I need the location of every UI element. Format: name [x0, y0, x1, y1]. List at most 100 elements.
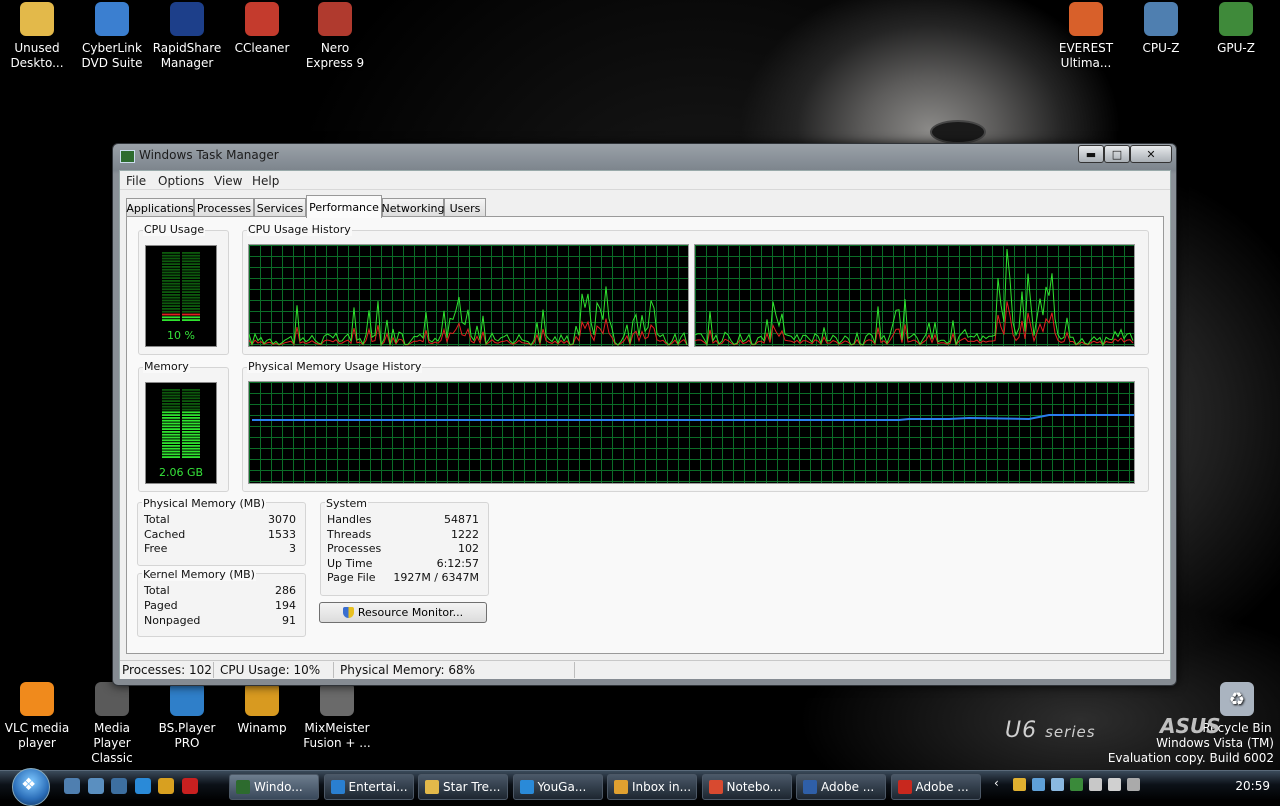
meter-segment — [162, 453, 180, 456]
taskbar-button[interactable]: Star Tre... — [418, 774, 508, 800]
info-key: Nonpaged — [144, 614, 201, 627]
meter-segment — [162, 296, 180, 299]
meter-segment — [162, 305, 180, 307]
menu-view[interactable]: View — [214, 174, 242, 188]
tab-services[interactable]: Services — [254, 198, 306, 217]
tab-users[interactable]: Users — [444, 198, 486, 217]
taskbar-button-label: Windo... — [254, 780, 303, 794]
maximize-button[interactable]: □ — [1104, 145, 1130, 163]
taskbar-button[interactable]: Notebo... — [701, 774, 792, 800]
volume-icon[interactable] — [1051, 778, 1064, 791]
taskbar-button-label: YouGa... — [537, 780, 587, 794]
opera-icon[interactable] — [182, 778, 198, 794]
desktop-icon-ccleaner[interactable]: CCleaner — [225, 0, 299, 56]
kernel-time-line — [695, 301, 1134, 346]
uac-shield-icon — [342, 607, 354, 618]
info-key: Free — [144, 542, 168, 556]
taskbar-button-label: Star Tre... — [443, 780, 501, 794]
memory-history-graph — [248, 381, 1135, 484]
show-desktop-icon[interactable] — [64, 778, 80, 794]
windows-logo-icon: ❖ — [21, 775, 37, 795]
folder-icon — [20, 2, 54, 36]
internet-explorer-icon[interactable] — [135, 778, 151, 794]
tab-applications[interactable]: Applications — [126, 198, 194, 217]
desktop-icon-mixmeister[interactable]: MixMeister Fusion + ... — [300, 680, 374, 751]
close-button[interactable]: ✕ — [1130, 145, 1172, 163]
desktop-icon-mpc[interactable]: Media Player Classic — [75, 680, 149, 766]
status-separator — [574, 662, 575, 678]
rapidshare-icon — [170, 2, 204, 36]
display-icon[interactable] — [1127, 778, 1140, 791]
messenger-icon[interactable] — [1013, 778, 1026, 791]
info-row: Page File 1927M / 6347M — [327, 571, 479, 585]
taskbar-button[interactable]: Adobe ... — [890, 774, 981, 800]
desktop-icon-bsplayer[interactable]: BS.Player PRO — [150, 680, 224, 751]
cpu-usage-meter: 10 % — [145, 245, 217, 347]
meter-segment — [162, 417, 180, 419]
info-key: Up Time — [327, 556, 373, 570]
meter-segment — [162, 271, 180, 274]
status-physical-memory: Physical Memory: 68% — [340, 663, 476, 677]
info-key: Cached — [144, 527, 186, 541]
meter-segment — [182, 288, 200, 291]
battery-icon[interactable] — [1108, 778, 1121, 791]
task-manager-window[interactable]: Windows Task Manager ▬ □ ✕ File Options … — [112, 143, 1177, 686]
meter-segment — [162, 252, 180, 254]
menu-file[interactable]: File — [126, 174, 146, 188]
meter-segment — [162, 391, 180, 394]
cpu-usage-line — [695, 248, 1134, 346]
desktop-icon-vlc[interactable]: VLC media player — [0, 680, 74, 751]
meter-segment — [182, 419, 200, 422]
start-button[interactable]: ❖ — [12, 768, 50, 806]
status-separator — [333, 662, 334, 678]
resource-monitor-button[interactable]: Resource Monitor... — [319, 602, 487, 623]
meter-segment — [182, 274, 200, 277]
taskbar-button[interactable]: YouGa... — [512, 774, 603, 800]
chrome-icon[interactable] — [158, 778, 174, 794]
taskbar-button[interactable]: Inbox in... — [607, 774, 697, 800]
desktop-icon-cpuz[interactable]: CPU-Z — [1124, 0, 1198, 56]
menu-help[interactable]: Help — [252, 174, 279, 188]
meter-segment — [182, 394, 200, 397]
desktop-icon-gpuz[interactable]: GPU-Z — [1199, 0, 1273, 56]
switch-windows-icon[interactable] — [88, 778, 104, 794]
desktop-icon-everest[interactable]: EVEREST Ultima... — [1049, 0, 1123, 71]
taskbar-button[interactable]: Entertai... — [323, 774, 414, 800]
desktop-icon-label: MixMeister Fusion + ... — [303, 721, 371, 750]
desktop-icon-rapidshare[interactable]: RapidShare Manager — [150, 0, 224, 71]
info-value: 1927M / 6347M — [393, 571, 479, 585]
desktop-icon-cyberlink[interactable]: CyberLink DVD Suite — [75, 0, 149, 71]
desktop-icon-label: CCleaner — [234, 41, 290, 55]
meter-segment — [182, 442, 200, 444]
desktop-icon-nero[interactable]: Nero Express 9 — [298, 0, 372, 71]
explorer-icon[interactable] — [111, 778, 127, 794]
meter-segment — [182, 305, 200, 307]
desktop-icon-folder[interactable]: Unused Deskto... — [0, 0, 74, 71]
tab-processes[interactable]: Processes — [194, 198, 254, 217]
chevron-left-icon[interactable]: ‹ — [994, 776, 1007, 790]
meter-segment — [162, 419, 180, 422]
desktop-icon-winamp[interactable]: Winamp — [225, 680, 299, 736]
taskbar-button[interactable]: Adobe ... — [796, 774, 886, 800]
tab-performance[interactable]: Performance — [306, 195, 382, 218]
meter-segment — [162, 445, 180, 447]
tab-networking[interactable]: Networking — [382, 198, 444, 217]
meter-segment — [182, 308, 200, 310]
info-key: Handles — [327, 513, 372, 526]
info-row: Paged 194 — [144, 599, 296, 613]
clock[interactable]: 20:59 — [1235, 779, 1270, 793]
meter-segment — [182, 285, 200, 288]
vista-watermark: Windows Vista (TM) Evaluation copy. Buil… — [1108, 736, 1274, 766]
meter-segment — [182, 408, 200, 411]
meter-segment — [162, 257, 180, 260]
meter-segment — [182, 260, 200, 263]
taskbar-button[interactable]: Windo... — [229, 774, 319, 800]
taskbar-button-label: Adobe ... — [821, 780, 875, 794]
shield-icon[interactable] — [1070, 778, 1083, 791]
update-icon[interactable] — [1089, 778, 1102, 791]
minimize-button[interactable]: ▬ — [1078, 145, 1104, 163]
meter-segment — [182, 414, 200, 416]
menu-options[interactable]: Options — [158, 174, 204, 188]
network-icon[interactable] — [1032, 778, 1045, 791]
meter-segment — [162, 408, 180, 411]
